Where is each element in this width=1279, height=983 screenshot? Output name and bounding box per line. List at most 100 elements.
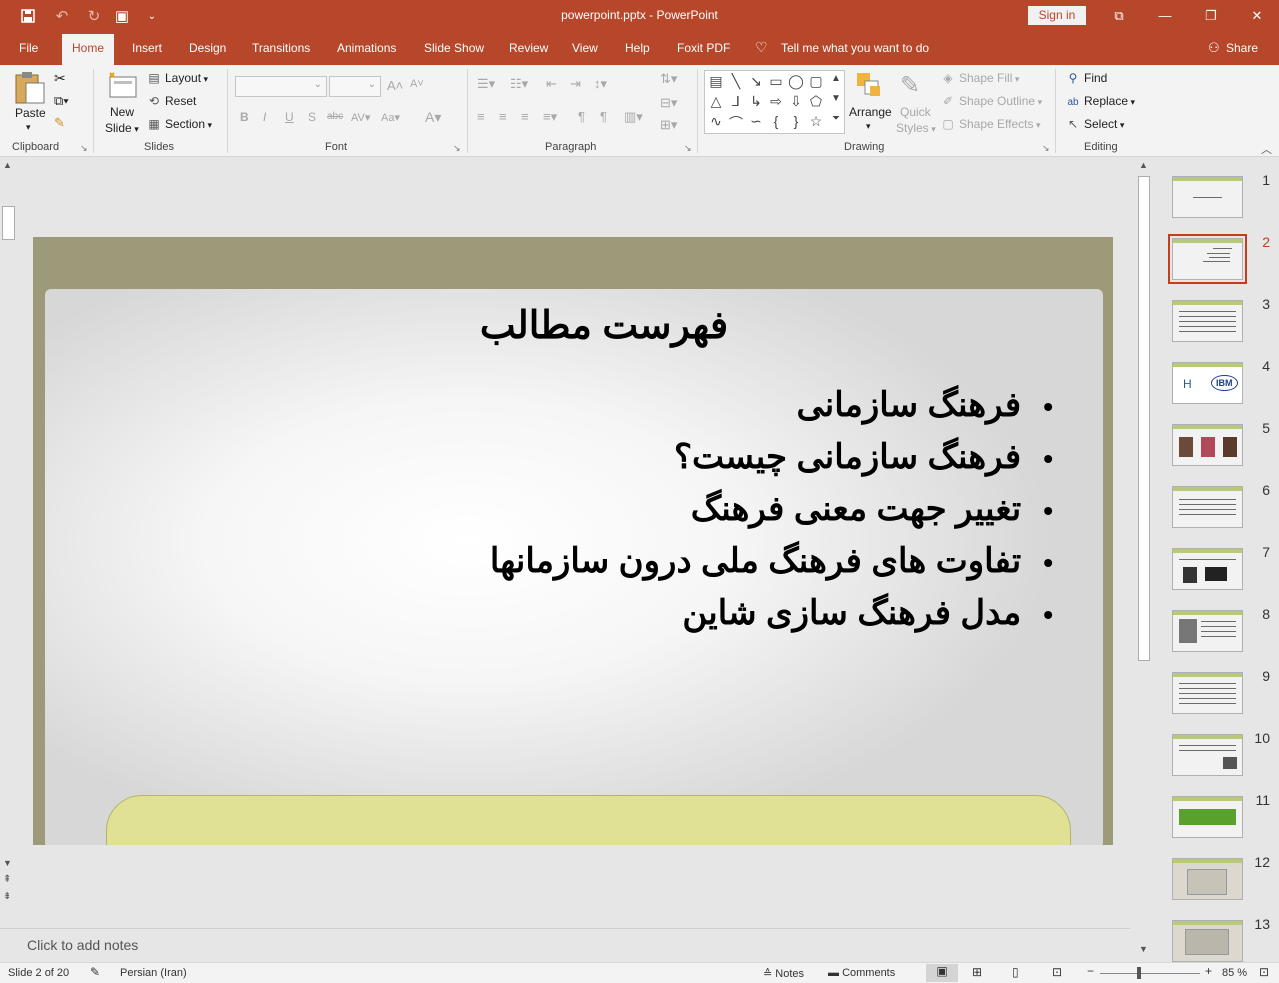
slide-thumbnail[interactable] — [1172, 548, 1243, 590]
select-button[interactable]: ↖ Select ▾ — [1065, 117, 1124, 131]
notes-toggle[interactable]: ≙ Notes — [763, 967, 804, 980]
columns-icon[interactable]: ▥▾ — [624, 109, 643, 125]
bullet-item[interactable]: مدل فرهنگ سازی شاین — [490, 587, 1053, 639]
slide-counter[interactable]: Slide 2 of 20 — [8, 967, 69, 979]
left-brace-shape-icon[interactable]: { — [767, 113, 785, 129]
zoom-slider-track[interactable] — [1100, 973, 1200, 974]
change-case-icon[interactable]: Aa▾ — [381, 111, 400, 124]
zoom-out-icon[interactable]: − — [1087, 964, 1094, 978]
slide-thumbnail[interactable] — [1172, 610, 1243, 652]
reset-button[interactable]: ⟲ Reset — [146, 94, 196, 108]
elbow-connector-shape-icon[interactable]: ⅃ — [727, 93, 745, 110]
tab-insert[interactable]: Insert — [132, 41, 162, 55]
thumbnail-scrollbar[interactable]: ▲ ▼ — [1137, 158, 1151, 962]
minimize-icon[interactable]: — — [1142, 0, 1188, 32]
section-button[interactable]: ▦ Section ▾ — [146, 117, 212, 131]
oval-shape-icon[interactable]: ◯ — [787, 73, 805, 90]
drawing-launcher-icon[interactable]: ↘ — [1042, 143, 1050, 154]
zoom-in-icon[interactable]: + — [1205, 964, 1212, 978]
bullet-item[interactable]: فرهنگ سازمانی — [490, 379, 1053, 431]
slide-thumbnail[interactable] — [1172, 796, 1243, 838]
layout-button[interactable]: ▤ Layout ▾ — [146, 71, 208, 85]
reading-view-icon[interactable]: ▯ — [1012, 965, 1019, 979]
tab-help[interactable]: Help — [625, 41, 650, 55]
grow-font-icon[interactable]: A˄ — [387, 78, 403, 93]
tab-view[interactable]: View — [572, 41, 598, 55]
font-size-dropdown[interactable]: ⌄ — [329, 76, 381, 97]
editor-scrollbar[interactable]: ▲ ▼ ⇞ ⇟ — [0, 158, 17, 906]
align-left-icon[interactable]: ≡ — [477, 109, 485, 124]
star-shape-icon[interactable]: ☆ — [807, 113, 825, 130]
scroll-down-icon[interactable]: ▼ — [3, 858, 12, 868]
underline-icon[interactable]: U — [285, 110, 294, 124]
textbox-shape-icon[interactable]: ▤ — [707, 73, 725, 90]
close-icon[interactable]: ✕ — [1234, 0, 1279, 32]
paste-button[interactable]: Paste — [15, 106, 46, 120]
slide-thumbnail[interactable] — [1172, 486, 1243, 528]
slide-thumbnail-selected[interactable] — [1168, 234, 1247, 284]
arrow-line-shape-icon[interactable]: ↘ — [747, 73, 765, 90]
notes-pane[interactable]: Click to add notes — [0, 929, 1130, 962]
shape-effects-button[interactable]: ▢ Shape Effects ▾ — [940, 117, 1040, 131]
gallery-scroll-up-icon[interactable]: ▲ — [827, 73, 845, 84]
bullet-item[interactable]: تغییر جهت معنی فرهنگ — [490, 483, 1053, 535]
align-text-icon[interactable]: ⊟▾ — [660, 95, 677, 111]
tab-file[interactable]: File — [19, 41, 38, 55]
thumb-scroll-up-icon[interactable]: ▲ — [1139, 160, 1148, 170]
triangle-shape-icon[interactable]: △ — [707, 93, 725, 110]
tab-foxit-pdf[interactable]: Foxit PDF — [677, 41, 730, 55]
slide-thumbnail[interactable] — [1172, 920, 1243, 962]
clipboard-launcher-icon[interactable]: ↘ — [80, 143, 88, 154]
slide-thumbnail[interactable] — [1172, 176, 1243, 218]
editor-scroll-thumb[interactable] — [2, 206, 15, 240]
align-right-icon[interactable]: ≡ — [521, 109, 529, 124]
slide-thumbnail[interactable] — [1172, 300, 1243, 342]
spell-check-icon[interactable]: ✎ — [90, 965, 100, 979]
quick-styles-button-line2[interactable]: Styles ▾ — [896, 121, 936, 135]
previous-slide-icon[interactable]: ⇞ — [3, 874, 11, 885]
rectangle-shape-icon[interactable]: ▭ — [767, 73, 785, 90]
smartart-icon[interactable]: ⊞▾ — [660, 117, 677, 133]
slide-thumbnail[interactable] — [1172, 424, 1243, 466]
align-center-icon[interactable]: ≡ — [499, 109, 507, 124]
thumb-scroll-down-icon[interactable]: ▼ — [1139, 944, 1148, 954]
sign-in-button[interactable]: Sign in — [1028, 6, 1086, 25]
curve-shape-icon[interactable]: ∽ — [747, 113, 765, 130]
arc-shape-icon[interactable]: ⌒ — [727, 113, 745, 133]
slide-thumbnail[interactable]: H IBM — [1172, 362, 1243, 404]
arrange-icon[interactable] — [855, 71, 883, 102]
paste-dropdown-icon[interactable]: ▾ — [26, 122, 31, 133]
char-spacing-icon[interactable]: AV▾ — [351, 111, 370, 124]
thumbnail-scroll-thumb[interactable] — [1138, 176, 1150, 661]
gallery-scroll-down-icon[interactable]: ▼ — [827, 93, 845, 104]
tab-transitions[interactable]: Transitions — [252, 41, 310, 55]
increase-indent-icon[interactable]: ⇥ — [570, 76, 581, 92]
slide-thumbnail[interactable] — [1172, 734, 1243, 776]
tell-me-search[interactable]: Tell me what you want to do — [781, 41, 929, 55]
fit-to-window-icon[interactable]: ⊡ — [1259, 965, 1269, 979]
snip-shape-icon[interactable]: ⬠ — [807, 93, 825, 110]
arrange-dropdown-icon[interactable]: ▾ — [866, 121, 871, 132]
font-color-icon[interactable]: A▾ — [425, 109, 441, 126]
slide-bullet-list[interactable]: فرهنگ سازمانی فرهنگ سازمانی چیست؟ تغییر … — [490, 379, 1053, 639]
quick-styles-button[interactable]: Quick — [900, 105, 931, 119]
slide-title[interactable]: فهرست مطالب — [45, 303, 1103, 348]
tab-animations[interactable]: Animations — [337, 41, 396, 55]
new-slide-button-line2[interactable]: Slide ▾ — [105, 121, 139, 135]
scroll-up-icon[interactable]: ▲ — [3, 160, 12, 170]
right-arrow-shape-icon[interactable]: ⇨ — [767, 93, 785, 110]
numbering-icon[interactable]: ☷▾ — [510, 76, 528, 92]
tab-home[interactable]: Home — [62, 34, 115, 65]
down-arrow-shape-icon[interactable]: ⇩ — [787, 93, 805, 110]
comments-toggle[interactable]: ▬ Comments — [828, 967, 895, 979]
bullet-item[interactable]: فرهنگ سازمانی چیست؟ — [490, 431, 1053, 483]
elbow-arrow-shape-icon[interactable]: ↳ — [747, 93, 765, 110]
restore-icon[interactable]: ⧉ — [1096, 0, 1142, 32]
zoom-slider-thumb[interactable] — [1137, 967, 1141, 979]
paste-icon[interactable] — [14, 71, 46, 108]
font-name-dropdown[interactable]: ⌄ — [235, 76, 327, 97]
shape-fill-button[interactable]: ◈ Shape Fill ▾ — [940, 71, 1019, 85]
justify-icon[interactable]: ≡▾ — [543, 109, 557, 125]
slide-thumbnail[interactable] — [1172, 672, 1243, 714]
decrease-indent-icon[interactable]: ⇤ — [546, 76, 557, 92]
